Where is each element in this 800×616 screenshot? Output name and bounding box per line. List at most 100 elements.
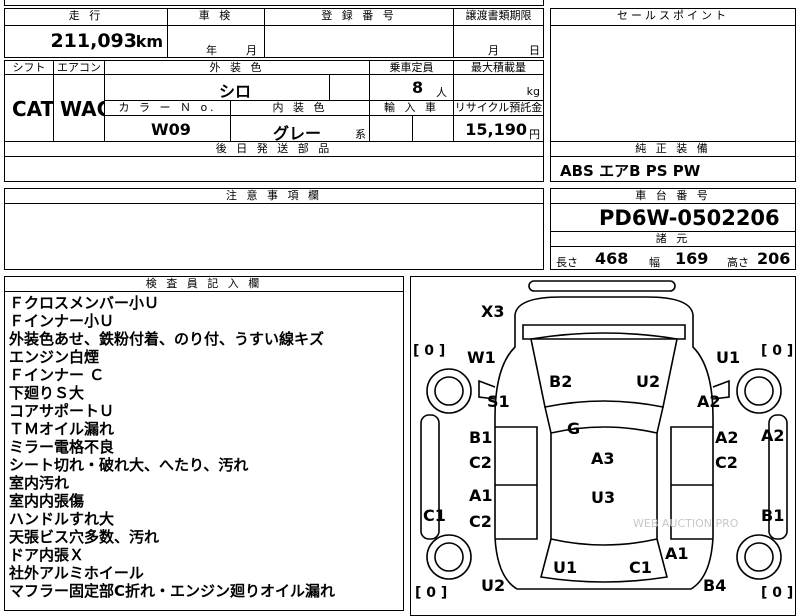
mark-u2-hood: U2 [636,372,660,391]
car-diagram: [ 0 ] [ 0 ] [ 0 ] [ 0 ] X3 W1 U1 B2 U2 S… [413,280,793,601]
inspector-note-line: シート切れ・破れ大、へたり、汚れ [9,456,249,474]
length-label: 長さ [556,256,578,269]
tire-rear-right [736,534,782,580]
sales-point-area [550,25,796,142]
front-bumper-outline [528,280,676,292]
import-cell-a [369,115,413,142]
shift-value: CAT [12,97,54,121]
exterior-color-extra-cell [329,74,370,101]
mark-c1-left: C1 [423,506,446,525]
capacity-cell: 8 人 [369,74,454,101]
standard-equipment-label: 純 正 装 備 [550,141,796,157]
inspector-note-line: ミラー電格不良 [9,438,115,456]
mark-a2-fender: A2 [697,392,721,411]
inspector-note-line: エンジン白煙 [9,348,100,366]
recycle-label: リサイクル預託金 [453,100,544,116]
interior-color-value: グレー [273,124,322,142]
mark-a3: A3 [591,449,615,468]
exterior-color-cell: シロ [104,74,330,101]
inspection-year: 年 [206,44,217,57]
mark-a2-door: A2 [715,428,739,447]
inspector-note-line: 社外アルミホイール [9,564,144,582]
mark-c2-left2: C2 [469,512,492,531]
recycle-value: 15,190 [465,120,527,139]
capacity-label: 乗車定員 [369,60,454,75]
sales-point-label: セールスポイント [550,8,796,26]
tire-front-right [736,368,782,414]
color-no-cell: W09 [104,115,231,142]
mileage-value-cell: 211,093 km [4,25,168,58]
mark-b1-door: B1 [469,428,492,447]
max-load-unit: kg [526,85,540,98]
deadline-value-cell: 月 日 [453,25,544,58]
shift-cell: CAT [4,74,54,142]
aircon-cell: WAC [53,74,105,142]
pillars-outline [544,406,664,434]
notes-label: 注 意 事 項 欄 [4,188,544,204]
watermark: WEB AUCTION PRO [633,517,739,530]
mark-b1-right: B1 [761,506,784,525]
interior-color-suffix: 系 [355,128,366,141]
exterior-color-value: シロ [219,82,252,101]
inspector-notes-list: Ｆクロスメンバー小Ｕ Ｆインナー小Ｕ 外装色あせ、鉄粉付着、のり付、うすい線キズ エン… [9,294,335,600]
mileage-label: 走 行 [4,8,168,26]
recycle-cell: 15,190 円 [453,115,544,142]
chassis-cell: PD6W-0502206 [550,203,796,232]
inspector-note-line: 下廻りＳ大 [9,384,85,402]
interior-color-label: 内 装 色 [230,100,370,116]
standard-equipment-value: ABS エアB PS PW [560,162,701,180]
inspector-note-line: コアサポートＵ [9,402,115,420]
mark-a1-left: A1 [469,486,493,505]
mark-b2: B2 [549,372,572,391]
tire-rear-left [426,534,472,580]
aircon-value: WAC [60,97,104,121]
capacity-unit: 人 [436,86,447,99]
transfer-deadline-label: 譲渡書類期限 [453,8,544,26]
tire-front-right-inner [744,376,774,406]
mark-s1: S1 [487,392,510,411]
later-parts-label: 後 日 発 送 部 品 [4,141,544,157]
deadline-day: 日 [529,44,540,57]
later-parts-area [4,156,544,182]
mark-u3: U3 [591,488,615,507]
mark-c2-right: C2 [715,453,738,472]
tire-rr-value: [ 0 ] [761,585,793,601]
mark-u2-rear: U2 [481,576,505,595]
inspector-notes-area: Ｆクロスメンバー小Ｕ Ｆインナー小Ｕ 外装色あせ、鉄粉付着、のり付、うすい線キズ エン… [4,291,404,611]
import-cell-b [412,115,454,142]
width-value: 169 [675,249,709,268]
tire-fl-value: [ 0 ] [413,343,445,359]
mark-u1-rear: U1 [553,558,577,577]
max-load-label: 最大積載量 [453,60,544,75]
mark-x3: X3 [481,302,504,321]
inspector-label: 検 査 員 記 入 欄 [4,276,404,292]
inspection-label: 車 検 [167,8,265,26]
registration-label: 登 録 番 号 [264,8,454,26]
specs-cell: 長さ 468 幅 169 高さ 206 [550,246,796,270]
length-value: 468 [595,249,629,268]
notes-area [4,203,544,270]
color-no-label: カ ラ ー Ｎ o. [104,100,231,116]
left-doors-outline [495,426,538,540]
mark-a2-out: A2 [761,426,785,445]
mark-c1-rear: C1 [629,558,652,577]
import-label: 輸 入 車 [369,100,454,116]
recycle-unit: 円 [529,128,540,141]
windshield-outline [530,332,678,408]
inspector-note-line: ハンドルすれ大 [9,510,115,528]
inspection-month: 月 [246,44,257,57]
color-no-value: W09 [151,120,191,139]
inspector-note-line: 室内内張傷 [9,492,85,510]
height-label: 高さ [727,256,749,269]
inspector-note-line: ＴＭオイル漏れ [9,420,115,438]
specs-label: 諸 元 [550,231,796,247]
tire-rear-left-inner [434,542,464,572]
exterior-color-label: 外 装 色 [104,60,370,75]
inspector-note-line: Ｆクロスメンバー小Ｕ [9,294,160,312]
mark-b4: B4 [703,576,726,595]
mark-g: G [567,419,580,438]
width-label: 幅 [649,256,660,269]
standard-equipment-cell: ABS エアB PS PW [550,156,796,182]
shift-label: シフト [4,60,54,75]
mark-a1-rear: A1 [665,544,689,563]
